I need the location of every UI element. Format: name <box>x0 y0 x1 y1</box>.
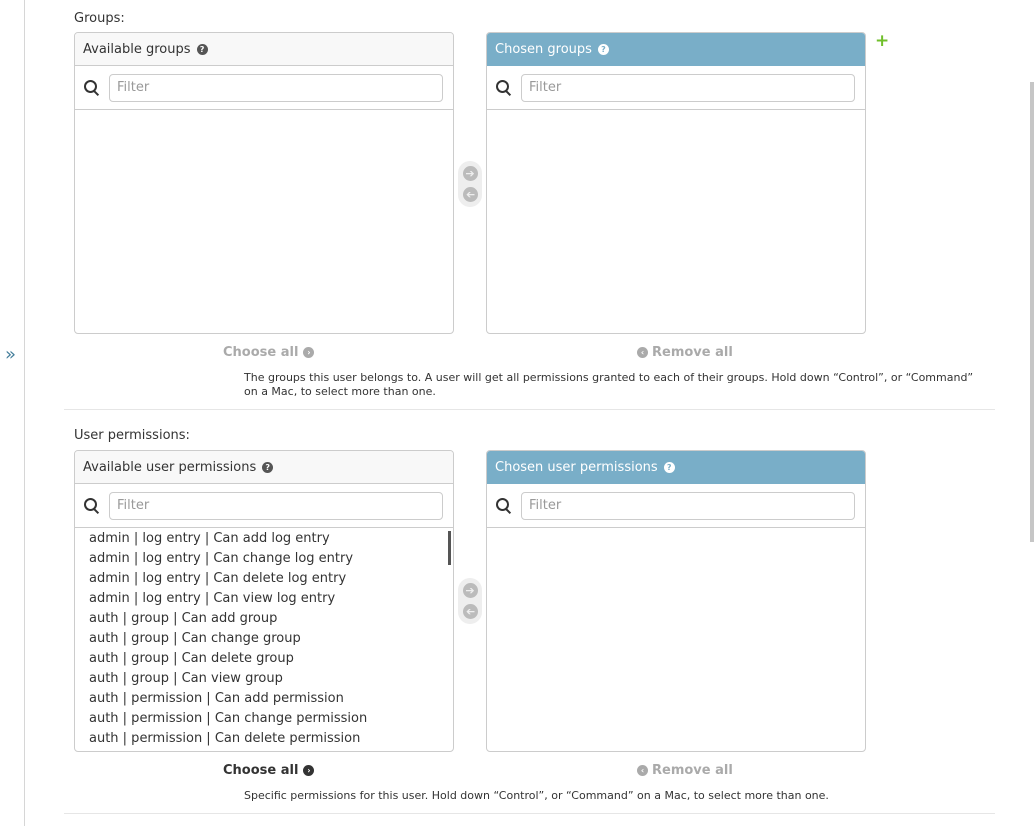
section-divider <box>64 409 995 410</box>
help-icon[interactable]: ? <box>196 43 208 55</box>
permissions-choose-all-button[interactable]: Choose all › <box>223 763 315 778</box>
list-item[interactable]: auth | permission | Can delete permissio… <box>75 729 453 749</box>
help-icon[interactable]: ? <box>597 43 609 55</box>
list-item[interactable]: auth | group | Can add group <box>75 609 453 629</box>
arrow-right-circle-icon: › <box>303 765 315 776</box>
page-scrollbar[interactable] <box>1030 82 1034 542</box>
available-permissions-title: Available user permissions <box>83 459 257 475</box>
chosen-groups-filter-input[interactable] <box>521 73 855 102</box>
search-icon <box>83 79 101 97</box>
permissions-chooser-controls: ➔ ➔ <box>458 578 482 624</box>
sidebar-toggle-icon[interactable]: » <box>5 344 21 366</box>
available-permissions-list[interactable]: admin | log entry | Can add log entry ad… <box>75 528 453 750</box>
available-groups-title: Available groups <box>83 41 191 57</box>
available-groups-filter-row <box>75 66 453 110</box>
nav-sidebar-collapsed: » <box>0 0 25 826</box>
choose-all-label: Choose all <box>223 763 299 778</box>
groups-label: Groups: <box>74 11 125 26</box>
section-divider <box>64 813 995 814</box>
chosen-groups-list[interactable] <box>487 110 865 332</box>
list-item[interactable]: admin | log entry | Can view log entry <box>75 589 453 609</box>
chosen-permissions-header: Chosen user permissions ? <box>487 451 865 484</box>
available-groups-filter-input[interactable] <box>109 73 443 102</box>
groups-choose-all-button[interactable]: Choose all › <box>223 345 315 360</box>
user-permissions-label: User permissions: <box>74 428 190 443</box>
help-icon[interactable]: ? <box>663 461 675 473</box>
remove-all-label: Remove all <box>652 763 733 778</box>
permissions-help-text: Specific permissions for this user. Hold… <box>244 789 829 802</box>
arrow-left-circle-icon[interactable]: ➔ <box>462 187 478 202</box>
help-icon[interactable]: ? <box>262 461 274 473</box>
available-permissions-header: Available user permissions ? <box>75 451 453 484</box>
chosen-groups-panel: Chosen groups ? <box>486 32 866 334</box>
list-item[interactable]: auth | group | Can delete group <box>75 649 453 669</box>
chosen-groups-filter-row <box>487 66 865 110</box>
chosen-permissions-panel: Chosen user permissions ? <box>486 450 866 752</box>
list-item[interactable]: admin | log entry | Can add log entry <box>75 529 453 549</box>
groups-remove-all-button[interactable]: ‹ Remove all <box>637 345 733 360</box>
arrow-left-circle-icon[interactable]: ➔ <box>462 604 478 619</box>
user-form-permissions-section: » Groups: Available groups ? ➔ ➔ Chosen … <box>0 0 1034 826</box>
arrow-right-circle-icon: › <box>303 347 315 358</box>
available-permissions-filter-input[interactable] <box>109 491 443 520</box>
choose-all-label: Choose all <box>223 345 299 360</box>
arrow-left-circle-icon: ‹ <box>637 765 648 776</box>
remove-all-label: Remove all <box>652 345 733 360</box>
groups-chooser-controls: ➔ ➔ <box>458 161 482 207</box>
available-groups-panel: Available groups ? <box>74 32 454 334</box>
groups-help-text: The groups this user belongs to. A user … <box>244 371 974 398</box>
chosen-permissions-filter-input[interactable] <box>521 491 855 520</box>
available-groups-list[interactable] <box>75 110 453 332</box>
chosen-groups-title: Chosen groups <box>495 41 592 57</box>
arrow-left-circle-icon: ‹ <box>637 347 648 358</box>
permissions-remove-all-button[interactable]: ‹ Remove all <box>637 763 733 778</box>
available-permissions-panel: Available user permissions ? admin | log… <box>74 450 454 752</box>
search-icon <box>83 497 101 515</box>
list-item[interactable]: admin | log entry | Can change log entry <box>75 549 453 569</box>
list-scrollbar[interactable] <box>448 531 451 565</box>
search-icon <box>495 497 513 515</box>
list-item[interactable]: admin | log entry | Can delete log entry <box>75 569 453 589</box>
available-groups-header: Available groups ? <box>75 33 453 66</box>
search-icon <box>495 79 513 97</box>
plus-icon[interactable]: + <box>875 33 889 50</box>
list-item[interactable]: auth | group | Can view group <box>75 669 453 689</box>
chosen-permissions-filter-row <box>487 484 865 528</box>
available-permissions-filter-row <box>75 484 453 528</box>
chosen-permissions-title: Chosen user permissions <box>495 459 658 475</box>
arrow-right-circle-icon[interactable]: ➔ <box>462 166 478 181</box>
chosen-permissions-list[interactable] <box>487 528 865 750</box>
list-item[interactable]: auth | permission | Can change permissio… <box>75 709 453 729</box>
list-item[interactable]: auth | permission | Can add permission <box>75 689 453 709</box>
chosen-groups-header: Chosen groups ? <box>487 33 865 66</box>
arrow-right-circle-icon[interactable]: ➔ <box>462 583 478 598</box>
list-item[interactable]: auth | group | Can change group <box>75 629 453 649</box>
